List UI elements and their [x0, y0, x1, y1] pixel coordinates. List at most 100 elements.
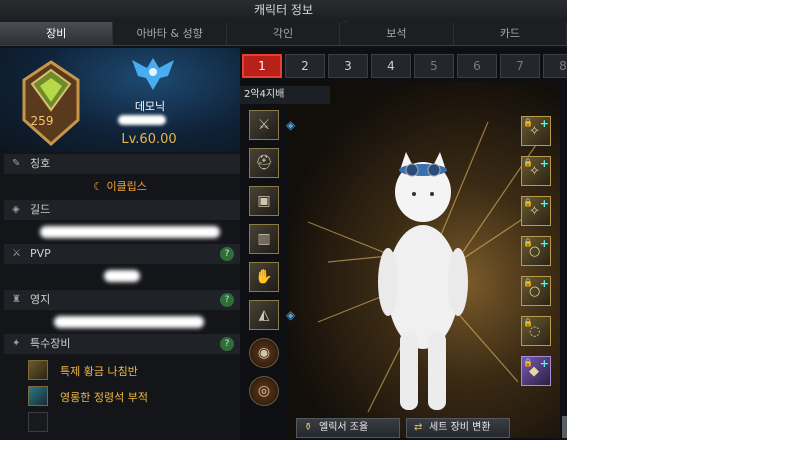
accessory-slot-ring-1[interactable]: 🔒 + ○ — [521, 236, 551, 266]
special-equipment-icon: ✦ — [12, 338, 21, 349]
amulet-icon — [28, 386, 48, 406]
accessory-slot-bracelet[interactable]: 🔒 ◌ — [521, 316, 551, 346]
elixir-swirl-icon: ◈ — [286, 308, 296, 322]
necklace-icon: ✧ — [529, 124, 540, 139]
guild-icon: ◈ — [12, 204, 20, 215]
weapon-icon: ⚔ — [257, 117, 271, 133]
window-title: 캐릭터 정보 — [253, 3, 313, 17]
character-name-redacted — [118, 115, 166, 125]
preset-tab-2[interactable]: 2 — [285, 54, 325, 78]
eclipse-icon: ☾ — [93, 180, 107, 193]
special-item-name: 특제 황금 나침반 — [60, 365, 138, 378]
title-section-header: ✎ 칭호 — [4, 154, 240, 174]
pvp-help-button[interactable]: ? — [220, 247, 234, 261]
territory-header-label: 영지 — [30, 293, 51, 306]
preset-tab-4[interactable]: 4 — [371, 54, 411, 78]
preset-tab-6[interactable]: 6 — [457, 54, 497, 78]
armor-icon: ▣ — [257, 193, 271, 209]
window-titlebar: 캐릭터 정보 ▾ — [0, 0, 567, 28]
bracelet-icon: ◎ — [257, 383, 271, 399]
preset-tab-3[interactable]: 3 — [328, 54, 368, 78]
preset-name: 2악4지배 — [240, 86, 330, 104]
territory-section-header: ♜ 영지 ? — [4, 290, 240, 310]
title-value: ☾ 이클립스 — [0, 178, 240, 194]
preset-tabs: 1 2 3 4 5 6 7 8 — [242, 54, 567, 78]
ring-icon: ○ — [529, 244, 541, 259]
equip-slot-bracelet[interactable]: ◎ — [249, 376, 279, 406]
elixir-icon: ⚱ — [304, 422, 313, 433]
territory-value-redacted — [54, 316, 204, 328]
equip-slot-head[interactable]: ⛑ — [249, 148, 279, 178]
gloves-icon: ✋ — [255, 269, 273, 285]
accessory-slot-earring-2[interactable]: 🔒 + ✧ — [521, 196, 551, 226]
ability-stone-icon: ◆ — [529, 364, 539, 379]
preset-tab-1[interactable]: 1 — [242, 54, 282, 78]
plus-icon: + — [539, 117, 549, 130]
bracelet-icon: ◌ — [529, 324, 541, 339]
equip-slot-stone[interactable]: ◉ — [249, 338, 279, 368]
title-value-text: 이클립스 — [106, 180, 147, 193]
character-portrait — [288, 82, 560, 438]
equip-slot-gloves[interactable]: ✋ — [249, 262, 279, 292]
tab-engraving[interactable]: 각인 — [227, 22, 341, 45]
shoulder-icon: ◭ — [258, 307, 270, 323]
preset-tab-8[interactable]: 8 — [543, 54, 567, 78]
tab-equipment[interactable]: 장비 — [0, 22, 114, 45]
tab-cards[interactable]: 카드 — [454, 22, 567, 45]
class-name: 데모닉 — [134, 100, 166, 113]
empty-slot-icon — [28, 412, 48, 432]
ring-icon: ○ — [529, 284, 541, 299]
earring-icon: ✧ — [529, 164, 540, 179]
tab-gems[interactable]: 보석 — [340, 22, 454, 45]
transcendence-icon: ◈ — [286, 118, 296, 132]
set-change-button[interactable]: ⇄ 세트 장비 변환 — [406, 418, 510, 438]
tab-bar: 장비 아바타 & 성향 각인 보석 카드 — [0, 22, 567, 46]
helmet-icon: ⛑ — [255, 155, 273, 171]
pvp-icon: ⚔ — [12, 248, 21, 259]
plus-icon: + — [539, 277, 549, 290]
tab-avatar[interactable]: 아바타 & 성향 — [113, 22, 227, 45]
territory-icon: ♜ — [12, 294, 21, 305]
scrollbar[interactable] — [562, 416, 567, 438]
title-header-label: 칭호 — [30, 157, 51, 170]
special-help-button[interactable]: ? — [220, 337, 234, 351]
special-header-label: 특수장비 — [30, 337, 71, 350]
plus-icon: + — [539, 157, 549, 170]
ability-stone-icon: ◉ — [257, 345, 271, 361]
special-section-header: ✦ 특수장비 ? — [4, 334, 240, 354]
accessory-slot-ring-2[interactable]: 🔒 + ○ — [521, 276, 551, 306]
guild-name-redacted — [40, 226, 220, 238]
preset-tab-7[interactable]: 7 — [500, 54, 540, 78]
character-model-image — [307, 121, 549, 413]
pvp-header-label: PVP — [30, 247, 51, 260]
territory-help-button[interactable]: ? — [220, 293, 234, 307]
pants-icon: ▥ — [257, 231, 271, 247]
rank-shield-icon — [22, 60, 80, 146]
equipment-panel: 1 2 3 4 5 6 7 8 2악4지배 ⚔ ⛑ ▣ ▥ ✋ ◭ ◉ ◎ ◈ … — [240, 48, 567, 440]
plus-icon: + — [539, 197, 549, 210]
accessory-slot-stone[interactable]: 🔒 + ◆ — [521, 356, 551, 386]
elixir-button[interactable]: ⚱ 엘릭서 조율 — [296, 418, 400, 438]
pvp-section-header: ⚔ PVP ? — [4, 244, 240, 264]
character-info-window: 캐릭터 정보 ▾ 장비 아바타 & 성향 각인 보석 카드 259 데모닉 Lv… — [0, 0, 567, 440]
profile-banner: 259 데모닉 Lv.60.00 — [0, 48, 240, 152]
character-level: Lv.60.00 — [121, 132, 177, 147]
equip-slot-pants[interactable]: ▥ — [249, 224, 279, 254]
special-item-name: 영롱한 정령석 부적 — [60, 391, 148, 404]
plus-icon: + — [539, 357, 549, 370]
equip-slot-shoulder[interactable]: ◭ — [249, 300, 279, 330]
set-change-button-label: 세트 장비 변환 — [429, 422, 491, 433]
pvp-value-redacted — [104, 270, 140, 282]
accessory-slot-earring-1[interactable]: 🔒 + ✧ — [521, 156, 551, 186]
equip-slot-weapon[interactable]: ⚔ — [249, 110, 279, 140]
equip-slot-chest[interactable]: ▣ — [249, 186, 279, 216]
preset-tab-5[interactable]: 5 — [414, 54, 454, 78]
title-icon: ✎ — [12, 158, 21, 169]
elixir-button-label: 엘릭서 조율 — [319, 422, 369, 433]
compass-icon — [28, 360, 48, 380]
set-change-icon: ⇄ — [414, 422, 423, 433]
earring-icon: ✧ — [529, 204, 540, 219]
guild-section-header: ◈ 길드 — [4, 200, 240, 220]
demonic-class-icon — [132, 58, 174, 90]
accessory-slot-necklace[interactable]: 🔒 + ✧ — [521, 116, 551, 146]
